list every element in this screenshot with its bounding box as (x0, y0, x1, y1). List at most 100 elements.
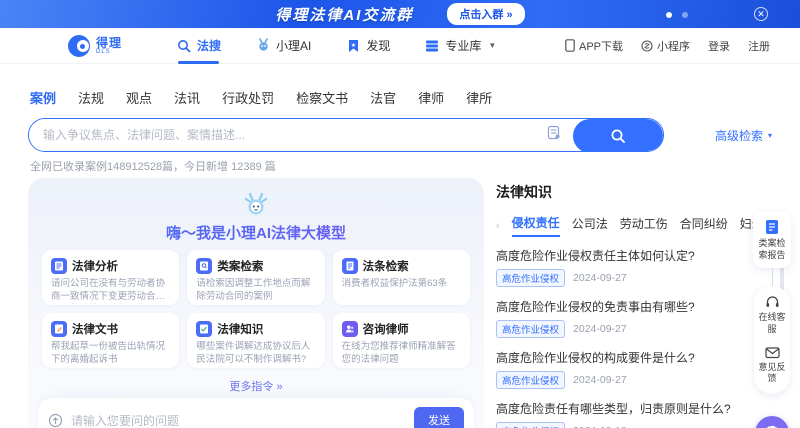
item-date: 2024-09-27 (573, 374, 627, 386)
item-date: 2024-09-27 (573, 323, 627, 335)
tab-tort-liability[interactable]: 侵权责任 (512, 214, 560, 237)
category-badge: 高危作业侵权 (496, 269, 565, 287)
smart-entry-icon[interactable] (547, 125, 561, 145)
card-legal-knowledge[interactable]: 法律知识 哪些案件调解达成协议后人民法院可以不制作调解书? (187, 313, 324, 368)
item-date: 2024-09-27 (573, 272, 627, 284)
mini-program-link[interactable]: 小程序 (641, 38, 690, 54)
tab-law-firms[interactable]: 律所 (466, 88, 492, 113)
feature-desc: 消费者权益保护法第63条 (342, 278, 461, 291)
report-doc-icon (764, 219, 780, 235)
knowledge-item[interactable]: 高度危险作业侵权的构成要件是什么? 高危作业侵权2024-09-27 (496, 349, 762, 389)
contact-tools: 在线客服 意见反馈 (754, 286, 790, 394)
question-text: 高度危险作业侵权的免责事由有哪些? (496, 298, 762, 315)
carousel-dots[interactable] (666, 12, 688, 18)
banner-close-icon[interactable]: ✕ (754, 7, 768, 21)
question-text: 高度危险作业侵权的构成要件是什么? (496, 349, 762, 366)
ask-input-bar[interactable]: 请输入您要问的问题 发送 (38, 398, 474, 428)
feedback-label: 意见反馈 (757, 362, 787, 385)
tab-opinions[interactable]: 观点 (126, 88, 152, 113)
tab-judges[interactable]: 法官 (370, 88, 396, 113)
app-download-link[interactable]: APP下载 (565, 38, 623, 54)
chevron-left-icon[interactable]: ‹ (496, 220, 500, 232)
search-icon (610, 128, 626, 144)
search-input[interactable] (29, 119, 547, 151)
ai-model-title: 嗨～我是小理AI法律大模型 (28, 222, 484, 243)
phone-icon (565, 39, 575, 52)
feature-desc: 哪些案件调解达成协议后人民法院可以不制作调解书? (196, 341, 315, 367)
ai-robot-fab[interactable] (755, 416, 789, 428)
nav-item-discover[interactable]: ★ 发现 (345, 28, 390, 64)
feature-title: 法条检索 (363, 258, 409, 274)
logo-text-cn: 得理 (96, 37, 122, 49)
tab-lawyers[interactable]: 律师 (418, 88, 444, 113)
consult-lawyer-icon (342, 321, 358, 337)
nav-label: 小理AI (276, 37, 311, 54)
category-badge: 高危作业侵权 (496, 422, 565, 428)
legal-analysis-icon (51, 258, 67, 274)
mini-program-icon (641, 40, 653, 52)
mail-icon (765, 346, 780, 359)
tab-statutes[interactable]: 法规 (78, 88, 104, 113)
legal-knowledge-panel: 法律知识 ‹ 侵权责任 公司法 劳动工伤 合同纠纷 妇幼权益 › 高度危险作业侵… (496, 182, 762, 428)
feature-title: 法律分析 (72, 258, 118, 274)
law-search-icon (176, 38, 192, 54)
tab-cases[interactable]: 案例 (30, 88, 56, 113)
join-group-button[interactable]: 点击入群 » (447, 3, 524, 25)
header-right: APP下载 小程序 登录 注册 (565, 38, 770, 54)
card-statute-search[interactable]: 法条检索 消费者权益保护法第63条 (333, 250, 470, 305)
feature-title: 法律知识 (217, 321, 263, 337)
tab-contract-dispute[interactable]: 合同纠纷 (680, 215, 728, 236)
nav-item-pro-library[interactable]: 专业库 ▼ (424, 28, 496, 64)
more-commands-link[interactable]: 更多指令 » (28, 378, 484, 394)
knowledge-item[interactable]: 高度危险作业侵权责任主体如何认定? 高危作业侵权2024-09-27 (496, 247, 762, 287)
knowledge-list: 高度危险作业侵权责任主体如何认定? 高危作业侵权2024-09-27 高度危险作… (496, 247, 762, 428)
feature-desc: 请问公司在没有与劳动者协商一致情况下变更劳动合同相关的法律风险有哪些? (51, 278, 170, 304)
case-report-tool[interactable]: 类案检索报告 (753, 212, 791, 268)
card-consult-lawyer[interactable]: 咨询律师 在线为您推荐律师精准解答您的法律问题 (333, 313, 470, 368)
logo[interactable]: 得理 DLS (68, 35, 122, 57)
case-search-icon (196, 258, 212, 274)
app-download-label: APP下载 (579, 38, 623, 54)
card-legal-document[interactable]: 法律文书 帮我起草一份被告出轨情况下的离婚起诉书 (42, 313, 179, 368)
tab-company-law[interactable]: 公司法 (572, 215, 608, 236)
question-text: 高度危险责任有哪些类型，归责原则是什么? (496, 400, 762, 417)
divider (772, 268, 773, 286)
nav-item-xiaoli-ai[interactable]: 小理AI (255, 28, 311, 64)
online-service-tool[interactable]: 在线客服 (757, 295, 787, 335)
login-link[interactable]: 登录 (708, 38, 730, 54)
legal-knowledge-icon (196, 321, 212, 337)
tab-labor-injury[interactable]: 劳动工伤 (620, 215, 668, 236)
send-button[interactable]: 发送 (414, 407, 464, 428)
headset-icon (765, 295, 780, 309)
nav-label: 发现 (366, 37, 390, 54)
knowledge-item[interactable]: 高度危险责任有哪些类型，归责原则是什么? 高危作业侵权2024-09-18 (496, 400, 762, 428)
ask-input-placeholder[interactable]: 请输入您要问的问题 (71, 412, 414, 428)
tab-admin-penalties[interactable]: 行政处罚 (222, 88, 274, 113)
knowledge-item[interactable]: 高度危险作业侵权的免责事由有哪些? 高危作业侵权2024-09-27 (496, 298, 762, 338)
legal-document-icon (51, 321, 67, 337)
side-toolbar: 类案检索报告 在线客服 意见反馈 (752, 212, 792, 428)
bunny-mascot-icon (243, 192, 269, 223)
category-tabs: 案例 法规 观点 法讯 行政处罚 检察文书 法官 律师 律所 (30, 88, 492, 113)
tab-procuratorate-docs[interactable]: 检察文书 (296, 88, 348, 113)
logo-icon (68, 35, 90, 57)
feature-title: 法律文书 (72, 321, 118, 337)
bunny-ai-icon (255, 38, 271, 54)
card-legal-analysis[interactable]: 法律分析 请问公司在没有与劳动者协商一致情况下变更劳动合同相关的法律风险有哪些? (42, 250, 179, 305)
bookmark-star-icon: ★ (345, 38, 361, 54)
carousel-dot[interactable] (682, 12, 688, 18)
panel-title: 法律知识 (496, 182, 762, 202)
card-similar-case-search[interactable]: 类案检索 请检索因调整工作地点而解除劳动合同的案例 (187, 250, 324, 305)
register-link[interactable]: 注册 (748, 38, 770, 54)
promo-banner: 得理法律AI交流群 点击入群 » ✕ (0, 0, 800, 28)
advanced-search-link[interactable]: 高级检索 ▾ (715, 127, 772, 144)
tab-law-news[interactable]: 法讯 (174, 88, 200, 113)
nav-item-law-search[interactable]: 法搜 (176, 28, 221, 64)
search-button[interactable] (573, 119, 663, 152)
feature-cards: 法律分析 请问公司在没有与劳动者协商一致情况下变更劳动合同相关的法律风险有哪些?… (42, 250, 470, 368)
nav-label: 专业库 (445, 37, 481, 54)
carousel-dot-active[interactable] (666, 12, 672, 18)
database-icon (424, 38, 440, 54)
feedback-tool[interactable]: 意见反馈 (757, 346, 787, 385)
advanced-search-label: 高级检索 (715, 127, 763, 144)
